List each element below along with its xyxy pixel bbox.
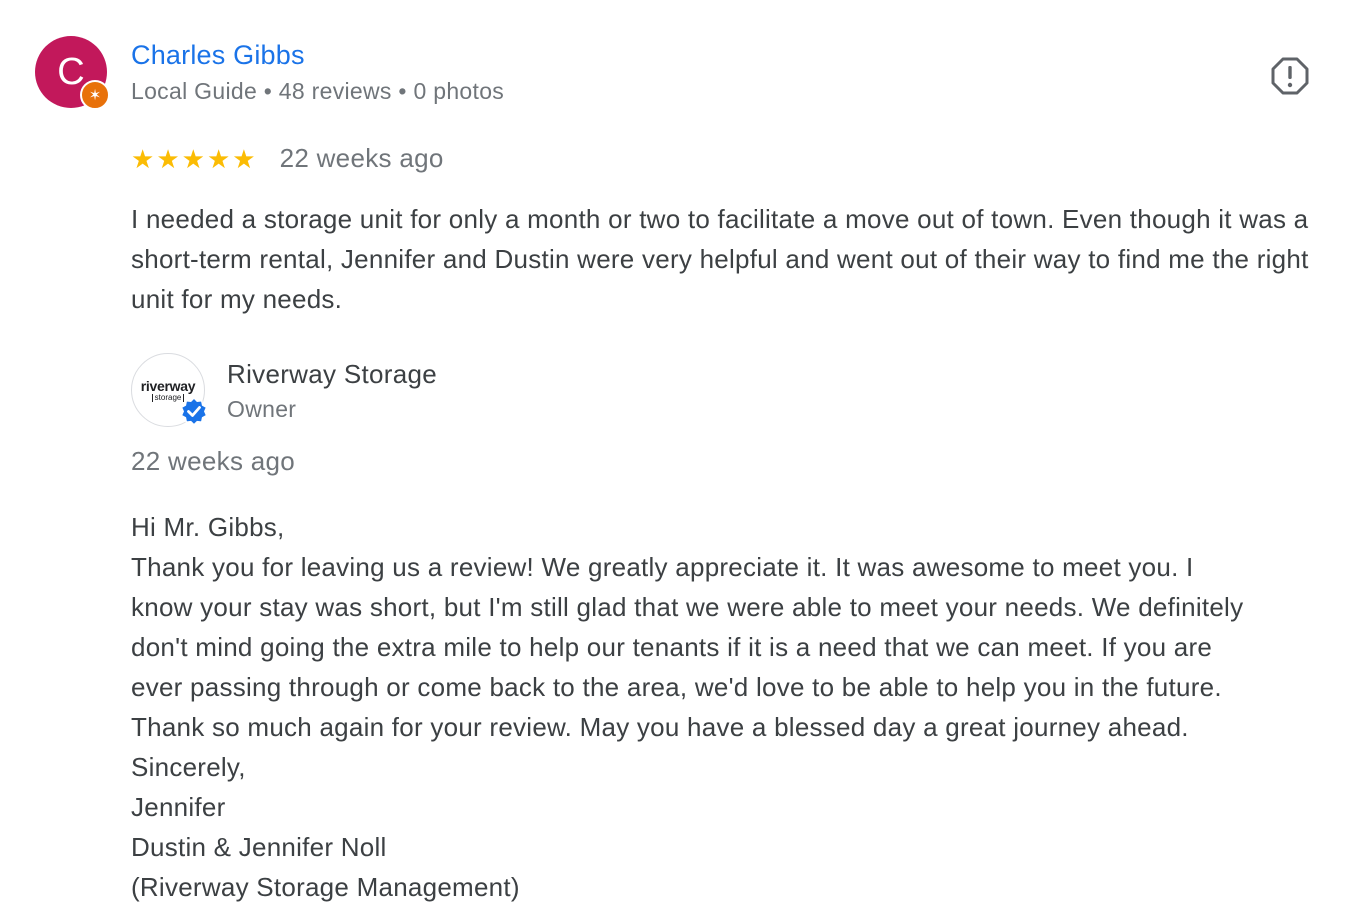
reviewer-meta: Local Guide • 48 reviews • 0 photos xyxy=(131,78,505,104)
response-line: Sincerely, xyxy=(131,752,246,782)
review-time: 22 weeks ago xyxy=(279,143,444,173)
owner-name: Riverway Storage xyxy=(227,359,437,389)
local-guide-star-icon: ✶ xyxy=(80,80,110,110)
response-line: know your stay was short, but I'm still … xyxy=(131,592,1244,622)
star-icon: ★ xyxy=(131,143,155,174)
review-card: C ✶ Charles Gibbs Local Guide • 48 revie… xyxy=(0,0,1370,918)
owner-role: Owner xyxy=(227,396,297,422)
verified-check-icon xyxy=(180,396,208,426)
response-line: Jennifer xyxy=(131,792,226,822)
review-text: I needed a storage unit for only a month… xyxy=(131,204,1309,314)
star-rating: ★ ★ ★ ★ ★ xyxy=(131,146,256,172)
avatar-initial: C xyxy=(57,51,85,93)
response-line: Dustin & Jennifer Noll xyxy=(131,832,387,862)
response-line: don't mind going the extra mile to help … xyxy=(131,632,1213,662)
reviewer-name[interactable]: Charles Gibbs xyxy=(131,40,305,71)
response-time: 22 weeks ago xyxy=(131,446,296,476)
response-line: Thank so much again for your review. May… xyxy=(131,712,1189,742)
logo-word: riverway xyxy=(140,377,196,394)
star-icon: ★ xyxy=(206,143,231,174)
rating-row: ★ ★ ★ ★ ★ 22 weeks ago xyxy=(131,143,444,174)
response-line: ever passing through or come back to the… xyxy=(131,672,1222,702)
star-icon: ★ xyxy=(181,143,205,174)
star-icon: ★ xyxy=(156,143,180,174)
report-flag-icon[interactable] xyxy=(1270,56,1310,96)
star-icon: ★ xyxy=(232,143,256,174)
response-line: Hi Mr. Gibbs, xyxy=(131,512,285,542)
response-line: (Riverway Storage Management) xyxy=(131,872,520,902)
response-line: Thank you for leaving us a review! We gr… xyxy=(131,552,1194,582)
owner-response-text: Hi Mr. Gibbs, Thank you for leaving us a… xyxy=(131,507,1351,907)
